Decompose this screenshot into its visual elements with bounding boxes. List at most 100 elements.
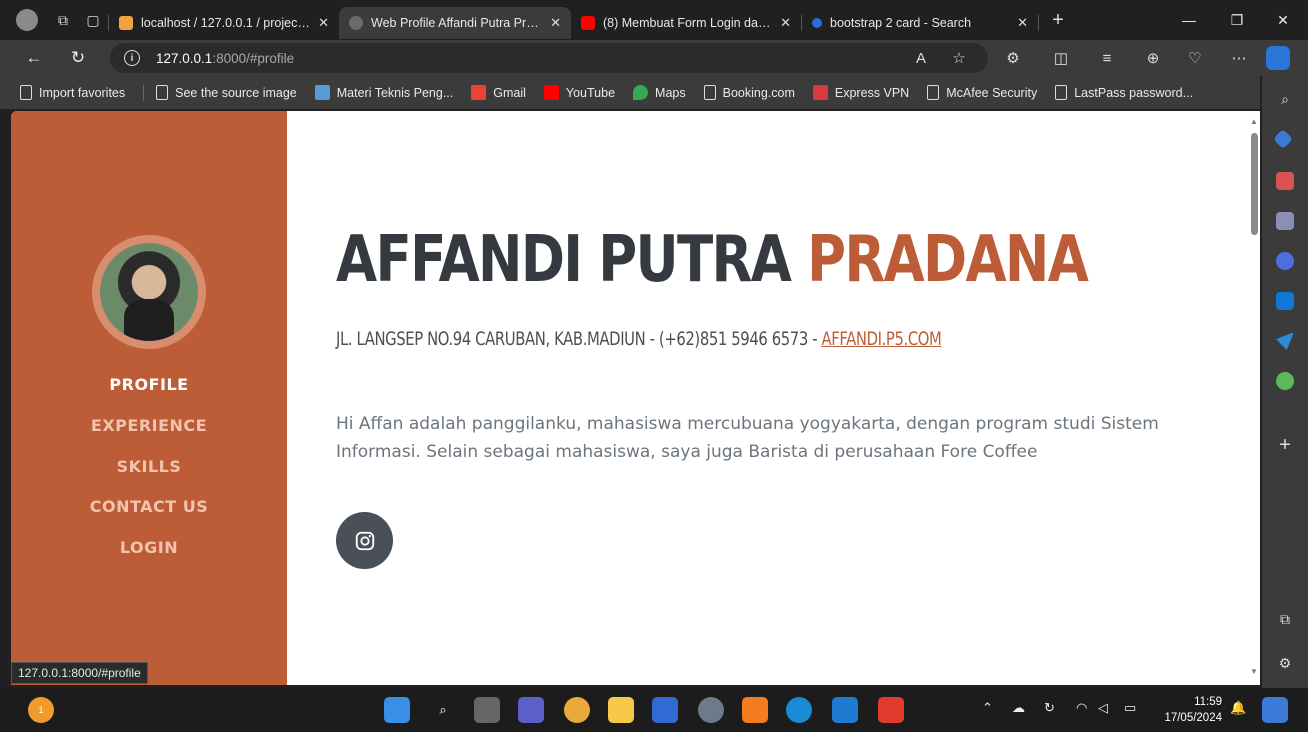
favorite-label: McAfee Security [946, 85, 1038, 100]
favorite-express-vpn[interactable]: Express VPN [812, 85, 909, 100]
tab-web-profile[interactable]: Web Profile Affandi Putra Prada ✕ [339, 7, 571, 39]
favorite-lastpass[interactable]: LastPass password... [1055, 85, 1193, 100]
chrome-icon[interactable] [564, 697, 590, 723]
telegram-icon[interactable] [1276, 332, 1294, 350]
favorite-label: Materi Teknis Peng... [336, 85, 454, 100]
system-clock[interactable]: 11:59 17/05/2024 [1158, 694, 1222, 726]
tools-icon[interactable] [1276, 172, 1294, 190]
address-text: JL. LANGSEP NO.94 CARUBAN, KAB.MADIUN - … [336, 328, 822, 350]
xampp-icon[interactable] [742, 697, 768, 723]
copilot-pre-icon[interactable] [1262, 697, 1288, 723]
tree-icon[interactable] [1276, 372, 1294, 390]
favorite-materi-teknis[interactable]: Materi Teknis Peng... [314, 85, 454, 100]
search-icon[interactable]: ⌕ [1276, 90, 1294, 108]
nav-experience[interactable]: EXPERIENCE [11, 416, 287, 435]
tab-localhost[interactable]: localhost / 127.0.0.1 / projectcm ✕ [109, 7, 339, 39]
profile-avatar-icon[interactable] [16, 9, 38, 31]
onedrive-icon[interactable]: ☁ [1012, 700, 1025, 716]
favorite-booking[interactable]: Booking.com [703, 85, 795, 100]
volume-icon[interactable]: ◁ [1098, 700, 1108, 716]
close-window-icon[interactable]: ✕ [1260, 0, 1306, 40]
close-tab-icon[interactable]: ✕ [780, 15, 791, 31]
add-sidebar-app-icon[interactable]: + [1276, 434, 1294, 456]
favorite-label: Booking.com [722, 85, 795, 100]
teams-icon[interactable] [518, 697, 544, 723]
more-options-icon[interactable]: ⋯ [1224, 43, 1254, 73]
scrollbar-thumb[interactable] [1251, 133, 1258, 235]
address-bar[interactable]: i 127.0.0.1:8000/#profile [110, 43, 988, 73]
extensions-icon[interactable]: ⚙ [998, 43, 1028, 73]
settings-icon[interactable] [698, 697, 724, 723]
instagram-button[interactable] [336, 512, 393, 569]
back-icon[interactable]: ← [16, 43, 52, 73]
search-taskbar-icon[interactable]: ⌕ [430, 697, 456, 723]
nav-login[interactable]: LOGIN [11, 538, 287, 557]
vscode-icon[interactable] [832, 697, 858, 723]
collections-icon[interactable]: ⊕ [1138, 43, 1168, 73]
wifi-icon[interactable]: ◠ [1076, 700, 1087, 716]
tab-label: Web Profile Affandi Putra Prada [371, 16, 543, 30]
nav-contact-us[interactable]: CONTACT US [11, 497, 287, 516]
workspaces-icon[interactable]: ⧉ [48, 5, 78, 35]
favorite-mcafee[interactable]: McAfee Security [927, 85, 1037, 100]
scroll-up-icon[interactable]: ▲ [1249, 117, 1259, 127]
tab-actions-icon[interactable]: ▢ [78, 5, 108, 35]
sync-icon[interactable]: ↻ [1044, 700, 1055, 716]
browser-essentials-icon[interactable]: ♡ [1180, 43, 1210, 73]
restore-icon[interactable]: ❐ [1214, 0, 1260, 40]
favorite-see-source-image[interactable]: See the source image [156, 85, 297, 100]
copilot-sidebar-icon[interactable] [1276, 252, 1294, 270]
minimize-icon[interactable]: — [1166, 0, 1212, 40]
favorite-maps[interactable]: Maps [633, 85, 686, 100]
favorite-gmail[interactable]: Gmail [471, 85, 526, 100]
nav-skills[interactable]: SKILLS [11, 457, 287, 476]
email-link[interactable]: AFFANDI.P5.COM [821, 328, 941, 350]
new-tab-icon[interactable]: + [1043, 5, 1073, 35]
shopping-tag-icon[interactable] [1273, 129, 1293, 149]
favorite-label: Import favorites [39, 85, 126, 100]
split-screen-icon[interactable]: ◫ [1046, 43, 1076, 73]
nav-profile[interactable]: PROFILE [11, 375, 287, 394]
tab-label: (8) Membuat Form Login dan Re [603, 16, 773, 30]
favorite-label: See the source image [175, 85, 297, 100]
edge-icon[interactable] [786, 697, 812, 723]
battery-icon[interactable]: ▭ [1124, 700, 1136, 716]
file-explorer-icon[interactable] [608, 697, 634, 723]
copilot-icon[interactable] [1266, 46, 1290, 70]
read-aloud-icon[interactable]: A [906, 43, 936, 73]
store-icon[interactable] [652, 697, 678, 723]
tab-bing-search[interactable]: bootstrap 2 card - Search ✕ [802, 7, 1038, 39]
hide-sidebar-icon[interactable]: ⧉ [1276, 610, 1294, 628]
close-tab-icon[interactable]: ✕ [550, 15, 561, 31]
start-icon[interactable] [384, 697, 410, 723]
bio-text: Hi Affan adalah panggilanku, mahasiswa m… [336, 414, 1159, 462]
site-info-icon[interactable]: i [124, 50, 140, 66]
favorite-import[interactable]: Import favorites [20, 85, 125, 100]
vertical-scrollbar[interactable]: ▲ ▼ [1248, 111, 1260, 685]
close-tab-icon[interactable]: ✕ [1017, 15, 1028, 31]
outlook-icon[interactable] [1276, 292, 1294, 310]
notification-app-icon[interactable]: 1 [28, 697, 54, 723]
games-icon[interactable] [1276, 212, 1294, 230]
scroll-down-icon[interactable]: ▼ [1249, 667, 1259, 677]
phpmyadmin-favicon-icon [119, 16, 133, 30]
notifications-bell-icon[interactable]: 🔔 [1230, 700, 1246, 716]
favorites-separator [143, 84, 145, 101]
favorite-star-icon[interactable]: ☆ [944, 43, 974, 73]
name-first: AFFANDI PUTRA [336, 223, 792, 297]
refresh-icon[interactable]: ↻ [60, 43, 96, 73]
document-icon [703, 85, 716, 100]
sidebar-settings-icon[interactable]: ⚙ [1276, 654, 1294, 672]
browser-tab-strip: ⧉ ▢ localhost / 127.0.0.1 / projectcm ✕ … [0, 0, 1308, 40]
url-text[interactable]: 127.0.0.1:8000/#profile [156, 51, 294, 66]
wps-office-icon[interactable] [878, 697, 904, 723]
favorites-icon[interactable]: ≡ [1092, 43, 1122, 73]
task-view-icon[interactable] [474, 697, 500, 723]
import-icon [20, 85, 32, 100]
favorite-label: Gmail [493, 85, 526, 100]
tab-youtube[interactable]: (8) Membuat Form Login dan Re ✕ [571, 7, 801, 39]
search-favicon-icon [812, 18, 822, 28]
close-tab-icon[interactable]: ✕ [318, 15, 329, 31]
show-hidden-icons-icon[interactable]: ⌃ [982, 700, 993, 716]
favorite-youtube[interactable]: YouTube [543, 85, 615, 100]
